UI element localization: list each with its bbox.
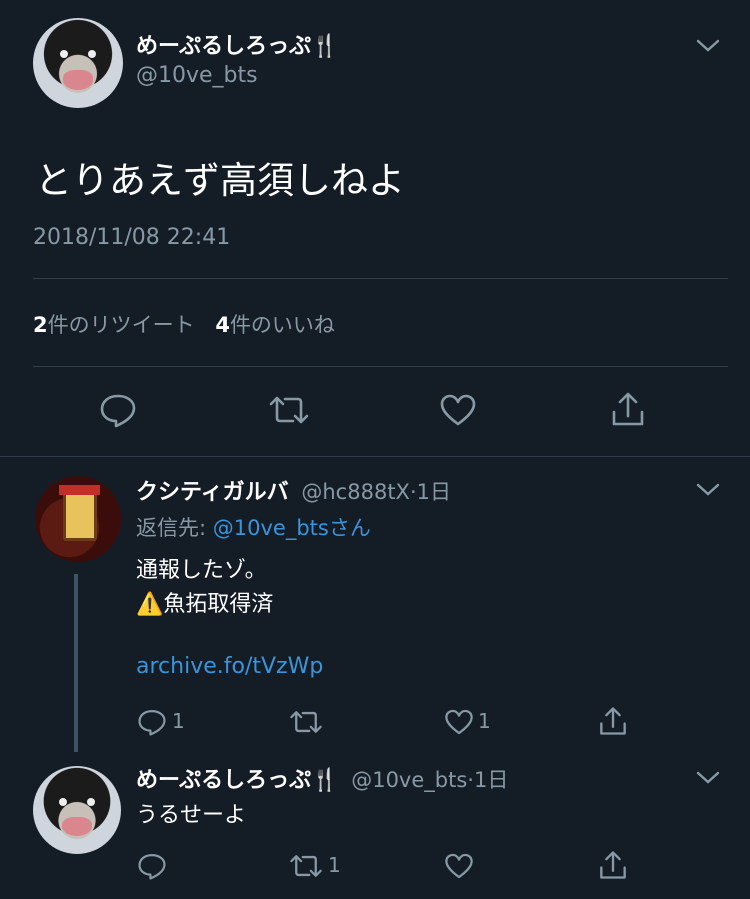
retweet-icon[interactable] [286,706,326,738]
reply-to-suffix: さん [328,516,371,540]
like-count-label: 件のいいね [229,313,335,337]
reply-icon[interactable] [136,706,168,738]
divider [33,366,728,367]
reply-count: 1 [172,709,185,733]
retweet-icon[interactable] [286,850,326,882]
reply-text-line: ⚠️魚拓取得済 [136,586,273,618]
tweet-timestamp[interactable]: 2018/11/08 22:41 [33,225,230,250]
like-icon[interactable] [437,390,479,430]
reply-header: クシティガルバ @hc888tX·1日 [136,474,451,506]
reply-to-prefix: 返信先: [136,516,213,540]
reply-to-handle[interactable]: @10ve_bts [213,516,329,540]
reply-icon[interactable] [98,390,138,430]
reply-icon[interactable] [136,850,168,882]
divider [33,278,728,279]
reply-author-handle[interactable]: @10ve_bts [351,768,467,792]
retweet-count-label: 件のリツイート [47,313,195,337]
archive-link[interactable]: archive.fo/tVzWp [136,654,323,679]
thread-line [74,574,78,752]
author-avatar[interactable] [33,18,123,108]
tweet-text: とりあえず高須しねよ [35,159,405,202]
like-count-link[interactable]: 4件のいいね [215,313,335,337]
reply-age: ·1日 [467,768,509,792]
reply-author-name[interactable]: クシティガルバ [136,480,289,505]
tweet-stats: 2件のリツイート 4件のいいね [33,309,335,339]
chevron-down-icon[interactable] [692,34,724,58]
like-count: 4 [215,313,230,337]
share-icon[interactable] [607,388,649,430]
reply-header: めーぷるしろっぷ🍴 @10ve_bts·1日 [136,762,508,794]
author-handle[interactable]: @10ve_bts [136,63,258,88]
reply-text: うるせーよ [136,803,247,828]
chevron-down-icon[interactable] [692,478,724,502]
warning-icon: ⚠️ [136,592,164,617]
author-display-name[interactable]: めーぷるしろっぷ🍴 [136,28,339,60]
reply-text-line: 通報したゾ。 [136,558,267,583]
reply-author-handle[interactable]: @hc888tX [301,480,410,504]
reply-to: 返信先: @10ve_btsさん [136,512,371,542]
retweet-icon[interactable] [267,390,311,430]
like-icon[interactable] [442,850,476,882]
share-icon[interactable] [596,703,630,739]
reply-author-name[interactable]: めーぷるしろっぷ🍴 [136,768,339,793]
retweet-count-link[interactable]: 2件のリツイート [33,313,195,337]
retweet-count: 1 [328,853,341,877]
chevron-down-icon[interactable] [692,766,724,790]
reply-age: ·1日 [409,480,451,504]
like-count: 1 [478,709,491,733]
reply-author-avatar[interactable] [35,476,121,562]
share-icon[interactable] [596,847,630,883]
divider [0,456,750,457]
reply-text: 魚拓取得済 [163,592,274,617]
like-icon[interactable] [442,706,476,738]
retweet-count: 2 [33,313,48,337]
reply-author-avatar[interactable] [33,766,121,854]
